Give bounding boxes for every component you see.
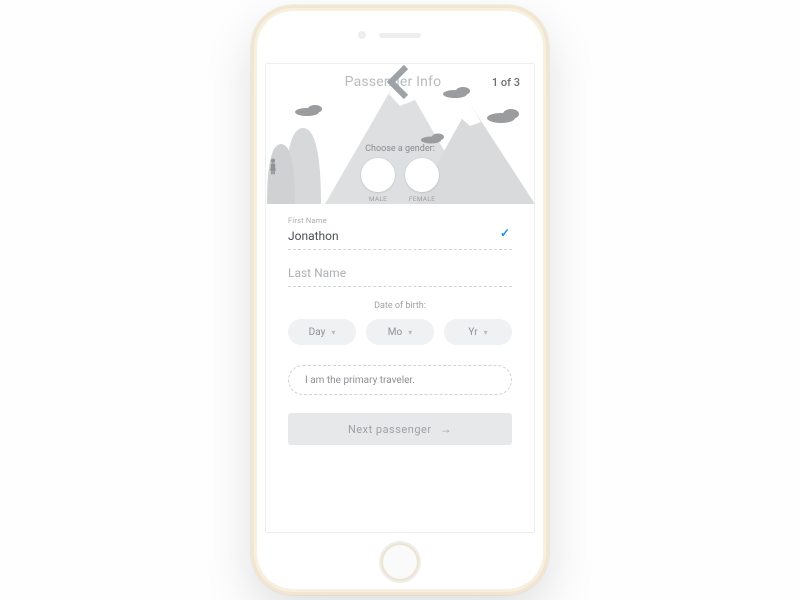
first-name-field[interactable]: First Name Jonathon ✓	[288, 216, 512, 250]
gender-option-female[interactable]: FEMALE	[405, 158, 439, 203]
caret-down-icon: ▾	[408, 328, 412, 337]
gender-male-label: MALE	[369, 195, 387, 203]
phone-camera	[358, 31, 366, 39]
home-button[interactable]	[379, 541, 421, 583]
hero-illustration: Passenger Info 1 of 3 Choose a gender: M…	[266, 64, 534, 204]
primary-traveler-toggle[interactable]: I am the primary traveler.	[288, 365, 512, 395]
caret-down-icon: ▾	[484, 328, 488, 337]
dob-day-select[interactable]: Day ▾	[288, 319, 356, 345]
next-passenger-button[interactable]: Next passenger →	[288, 413, 512, 445]
dob-label: Date of birth:	[288, 301, 512, 311]
caret-down-icon: ▾	[331, 328, 335, 337]
gender-option-male[interactable]: MALE	[361, 158, 395, 203]
gender-female-label: FEMALE	[409, 195, 435, 203]
next-button-label: Next passenger	[348, 423, 432, 436]
dob-year-value: Yr	[468, 327, 477, 338]
phone-frame: Passenger Info 1 of 3 Choose a gender: M…	[251, 5, 549, 595]
dob-month-value: Mo	[388, 327, 402, 338]
dob-month-select[interactable]: Mo ▾	[366, 319, 434, 345]
female-icon	[266, 158, 280, 176]
gender-prompt: Choose a gender:	[266, 144, 534, 154]
first-name-label: First Name	[288, 216, 512, 225]
last-name-field[interactable]: Last Name	[288, 264, 512, 287]
arrow-right-icon: →	[440, 422, 453, 436]
dob-day-value: Day	[309, 327, 326, 338]
chevron-left-icon	[266, 64, 534, 100]
app-screen: Passenger Info 1 of 3 Choose a gender: M…	[265, 63, 535, 533]
primary-traveler-label: I am the primary traveler.	[305, 375, 415, 386]
first-name-value: Jonathon	[288, 227, 512, 249]
phone-speaker	[379, 33, 421, 38]
back-button[interactable]	[280, 75, 294, 89]
check-icon: ✓	[500, 226, 510, 240]
last-name-placeholder: Last Name	[288, 264, 512, 286]
dob-year-select[interactable]: Yr ▾	[444, 319, 512, 345]
